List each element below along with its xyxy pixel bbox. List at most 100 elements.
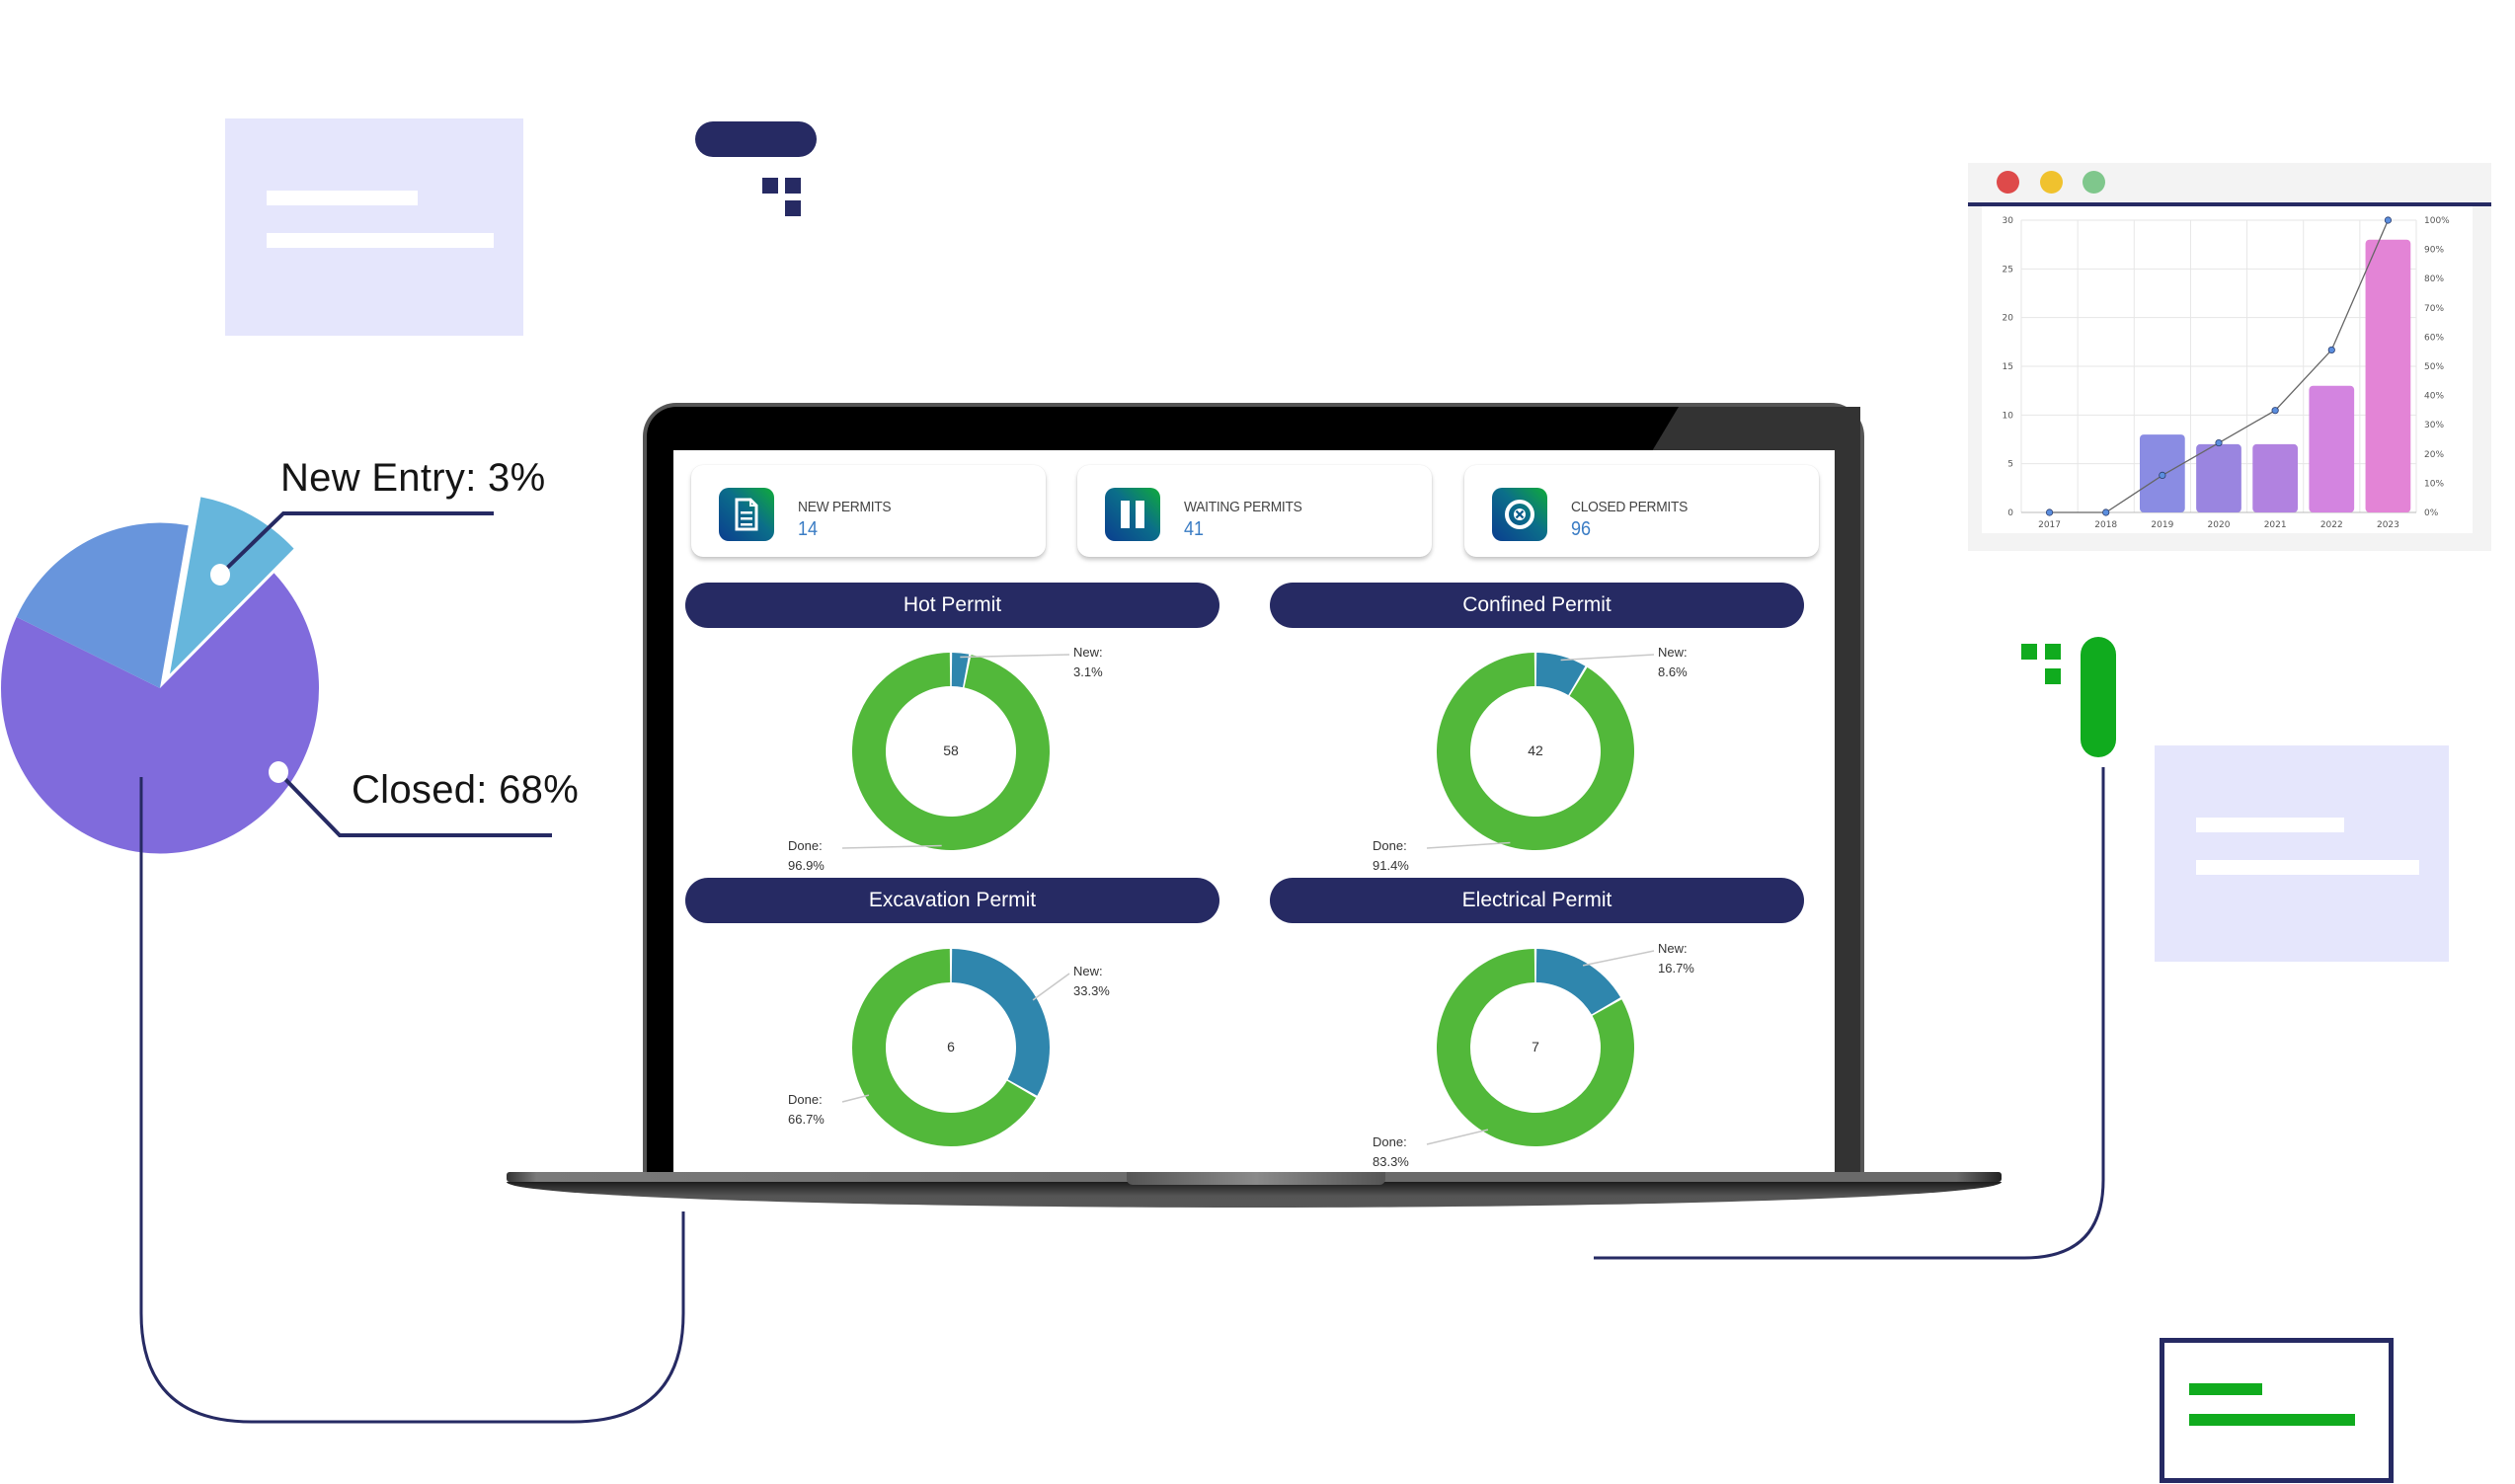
- x-tick-label: 2018: [2094, 520, 2117, 530]
- y-tick-label: 5: [2007, 460, 2013, 470]
- donut-label-done: Done: 91.4%: [1373, 836, 1409, 876]
- donut-chart-electrical-permit: New: 16.7% Done: 83.3% 7: [1270, 924, 1803, 1172]
- donut-label-done: Done: 96.9%: [788, 836, 825, 876]
- donut-label-new: New: 33.3%: [1073, 962, 1110, 1001]
- decorative-square: [2045, 644, 2061, 660]
- document-icon: [719, 488, 774, 541]
- leader-line-done: [1426, 841, 1511, 849]
- window-minimize-dot[interactable]: [2040, 171, 2063, 194]
- y-tick-label: 10: [2003, 411, 2014, 421]
- donut-label-done-title: Done:: [788, 1092, 823, 1107]
- donut-label-new-value: 16.7%: [1658, 961, 1694, 976]
- leader-line-new: [1560, 654, 1655, 662]
- x-tick-label: 2019: [2151, 520, 2173, 530]
- x-tick-label: 2022: [2320, 520, 2343, 530]
- donut-chart-excavation-permit: New: 33.3% Done: 66.7% 6: [685, 924, 1218, 1172]
- y2-tick-label: 60%: [2424, 333, 2444, 343]
- closed-label: Closed: 68%: [352, 768, 580, 812]
- donut-chart-hot-permit: New: 3.1% Done: 96.9% 58: [685, 628, 1218, 885]
- y-tick-label: 20: [2003, 314, 2014, 324]
- y2-tick-label: 90%: [2424, 246, 2444, 256]
- y2-tick-label: 10%: [2424, 479, 2444, 489]
- window-titlebar: [1968, 163, 2491, 202]
- y2-tick-label: 100%: [2424, 216, 2450, 226]
- y2-tick-label: 0%: [2424, 508, 2439, 518]
- donut-label-new: New: 16.7%: [1658, 939, 1694, 978]
- bar-2022: [2309, 385, 2355, 512]
- laptop-notch: [1127, 1172, 1385, 1185]
- decorative-card-right: [2155, 745, 2449, 962]
- left-pie-chart: [1, 497, 552, 889]
- donut-label-new-title: New:: [1073, 645, 1103, 660]
- decorative-line: [2196, 860, 2419, 875]
- leader-line-new: [1032, 973, 1070, 1001]
- pause-icon: [1105, 488, 1160, 541]
- donut-label-new-title: New:: [1658, 941, 1688, 956]
- y2-tick-label: 20%: [2424, 450, 2444, 460]
- line-point-2023: [2384, 216, 2393, 224]
- donut-label-done-title: Done:: [1373, 1134, 1407, 1149]
- lid-glare-diagonal: [1649, 407, 1860, 456]
- line-point-2021: [2271, 407, 2279, 415]
- y2-tick-label: 70%: [2424, 304, 2444, 314]
- donut-center-total: 7: [1532, 1039, 1539, 1054]
- bar-2020: [2196, 443, 2241, 512]
- stat-card-new-permits[interactable]: NEW PERMITS 14: [691, 465, 1046, 557]
- mini-chart-window: 0 5 10 15 20 25 30 0% 10% 20% 30% 40% 50% 60% 70% 80% 90…: [1968, 163, 2491, 551]
- line-point-2022: [2327, 346, 2335, 354]
- y-tick-label: 25: [2003, 265, 2013, 274]
- decorative-square: [785, 178, 801, 194]
- window-close-dot[interactable]: [1997, 171, 2019, 194]
- line-point-2019: [2159, 471, 2166, 480]
- bar-2023: [2365, 239, 2411, 512]
- y2-tick-label: 80%: [2424, 274, 2444, 284]
- donut-label-done-title: Done:: [788, 838, 823, 853]
- y2-tick-label: 30%: [2424, 421, 2444, 430]
- donut-label-done-value: 83.3%: [1373, 1154, 1409, 1169]
- laptop-base-bottom: [507, 1182, 2002, 1208]
- stat-label: CLOSED PERMITS: [1571, 499, 1689, 515]
- donut-label-done-title: Done:: [1373, 838, 1407, 853]
- donut-slice-new: [951, 949, 1050, 1096]
- decorative-outlined-card: [2160, 1338, 2394, 1483]
- window-maximize-dot[interactable]: [2083, 171, 2105, 194]
- leader-line-done: [1426, 1129, 1489, 1145]
- donut-label-done-value: 91.4%: [1373, 858, 1409, 873]
- line-point-2017: [2045, 508, 2054, 516]
- stat-value: 14: [798, 518, 819, 540]
- donut-center-total: 6: [947, 1039, 955, 1054]
- decorative-square: [762, 178, 778, 194]
- stat-label: WAITING PERMITS: [1184, 499, 1302, 515]
- donut-label-new-title: New:: [1073, 964, 1103, 978]
- stat-card-closed-permits[interactable]: CLOSED PERMITS 96: [1464, 465, 1819, 557]
- stat-label: NEW PERMITS: [798, 499, 892, 515]
- donut-slice-new: [1535, 949, 1621, 1015]
- decorative-square: [2021, 644, 2037, 660]
- decorative-square: [785, 200, 801, 216]
- laptop-base: [507, 1172, 2002, 1208]
- new-entry-label: New Entry: 3%: [280, 456, 546, 500]
- donut-chart-confined-permit: New: 8.6% Done: 91.4% 42: [1270, 628, 1803, 885]
- stat-value: 41: [1184, 518, 1205, 540]
- donut-label-done: Done: 66.7%: [788, 1090, 825, 1130]
- stat-value: 96: [1571, 518, 1592, 540]
- x-tick-label: 2020: [2208, 520, 2231, 530]
- line-point-2020: [2215, 438, 2223, 447]
- decorative-square: [2045, 668, 2061, 684]
- donut-label-new-title: New:: [1658, 645, 1688, 660]
- y-tick-label: 0: [2007, 508, 2013, 518]
- y2-tick-label: 40%: [2424, 392, 2444, 402]
- leader-line-new: [1582, 950, 1655, 967]
- donut-label-done-value: 96.9%: [788, 858, 825, 873]
- permit-header-confined[interactable]: Confined Permit: [1270, 583, 1804, 628]
- line-point-2018: [2102, 508, 2110, 516]
- combo-chart-svg: 0 5 10 15 20 25 30 0% 10% 20% 30% 40% 50% 60% 70% 80% 90…: [2003, 216, 2451, 530]
- callout-dot-closed: [269, 761, 288, 783]
- stat-card-waiting-permits[interactable]: WAITING PERMITS 41: [1077, 465, 1432, 557]
- donut-label-new-value: 3.1%: [1073, 664, 1103, 679]
- decorative-line: [2196, 818, 2344, 832]
- y-tick-label: 15: [2003, 362, 2013, 372]
- callout-dot-new-entry: [210, 564, 230, 586]
- donut-label-new-value: 8.6%: [1658, 664, 1688, 679]
- permit-header-hot[interactable]: Hot Permit: [685, 583, 1219, 628]
